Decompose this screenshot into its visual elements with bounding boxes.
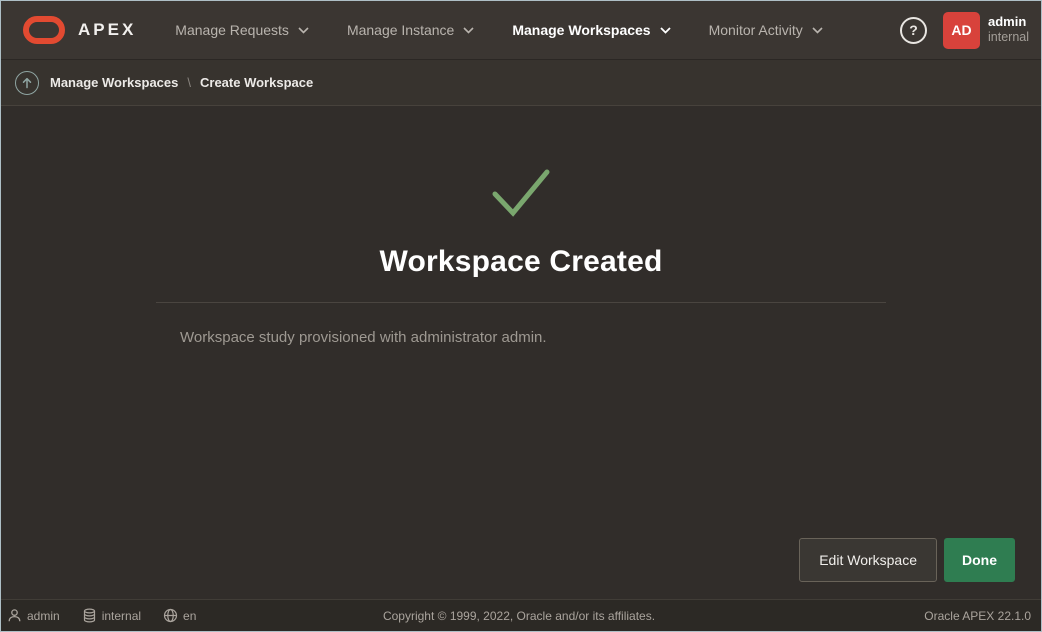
- chevron-down-icon: [463, 27, 474, 34]
- footer-user-label: admin: [27, 609, 60, 623]
- menu-item-label: Manage Workspaces: [512, 22, 650, 38]
- copyright-text: Copyright © 1999, 2022, Oracle and/or it…: [383, 609, 655, 623]
- chevron-down-icon: [812, 27, 823, 34]
- database-icon: [82, 608, 97, 623]
- page-title: Workspace Created: [380, 245, 663, 279]
- footer: admin internal en Copyright © 1999, 2022…: [1, 599, 1041, 631]
- avatar: AD: [943, 12, 980, 49]
- success-checkmark-icon: [488, 166, 554, 225]
- user-instance: internal: [988, 30, 1029, 46]
- footer-schema-label: internal: [102, 609, 141, 623]
- user-meta: admin internal: [988, 14, 1029, 46]
- globe-icon: [163, 608, 178, 623]
- footer-language: en: [163, 608, 196, 623]
- user-menu[interactable]: AD admin internal: [943, 12, 1029, 49]
- edit-workspace-button[interactable]: Edit Workspace: [799, 538, 937, 582]
- top-navigation-bar: APEX Manage Requests Manage Instance Man…: [1, 1, 1041, 60]
- chevron-down-icon: [298, 27, 309, 34]
- footer-schema: internal: [82, 608, 141, 623]
- brand-title: APEX: [78, 20, 136, 40]
- breadcrumb-separator: \: [187, 75, 191, 90]
- breadcrumb-item-manage-workspaces[interactable]: Manage Workspaces: [50, 75, 178, 90]
- footer-user: admin: [7, 608, 60, 623]
- person-icon: [7, 608, 22, 623]
- menu-item-manage-requests[interactable]: Manage Requests: [161, 1, 323, 59]
- breadcrumb-item-create-workspace[interactable]: Create Workspace: [200, 75, 313, 90]
- result-region: Workspace study provisioned with adminis…: [156, 302, 886, 346]
- footer-left: admin internal en: [7, 608, 383, 623]
- menu-item-label: Manage Instance: [347, 22, 454, 38]
- menu-item-label: Manage Requests: [175, 22, 289, 38]
- menu-item-monitor-activity[interactable]: Monitor Activity: [695, 1, 837, 59]
- breadcrumb-bar: Manage Workspaces \ Create Workspace: [1, 60, 1041, 106]
- up-arrow-icon[interactable]: [15, 71, 39, 95]
- main-menu: Manage Requests Manage Instance Manage W…: [156, 1, 841, 59]
- app-window: APEX Manage Requests Manage Instance Man…: [0, 0, 1042, 632]
- topnav-right-group: ? AD admin internal: [900, 12, 1029, 49]
- menu-item-manage-instance[interactable]: Manage Instance: [333, 1, 488, 59]
- breadcrumb: Manage Workspaces \ Create Workspace: [50, 75, 313, 90]
- footer-language-label: en: [183, 609, 196, 623]
- menu-item-manage-workspaces[interactable]: Manage Workspaces: [498, 1, 684, 59]
- oracle-logo-icon: [23, 16, 65, 44]
- menu-item-label: Monitor Activity: [709, 22, 803, 38]
- user-name: admin: [988, 14, 1029, 30]
- help-icon[interactable]: ?: [900, 17, 927, 44]
- provision-message: Workspace study provisioned with adminis…: [156, 303, 886, 346]
- version-text: Oracle APEX 22.1.0: [655, 609, 1031, 623]
- main-content: Workspace Created Workspace study provis…: [1, 106, 1041, 599]
- done-button[interactable]: Done: [944, 538, 1015, 582]
- chevron-down-icon: [660, 27, 671, 34]
- action-button-row: Edit Workspace Done: [799, 538, 1015, 582]
